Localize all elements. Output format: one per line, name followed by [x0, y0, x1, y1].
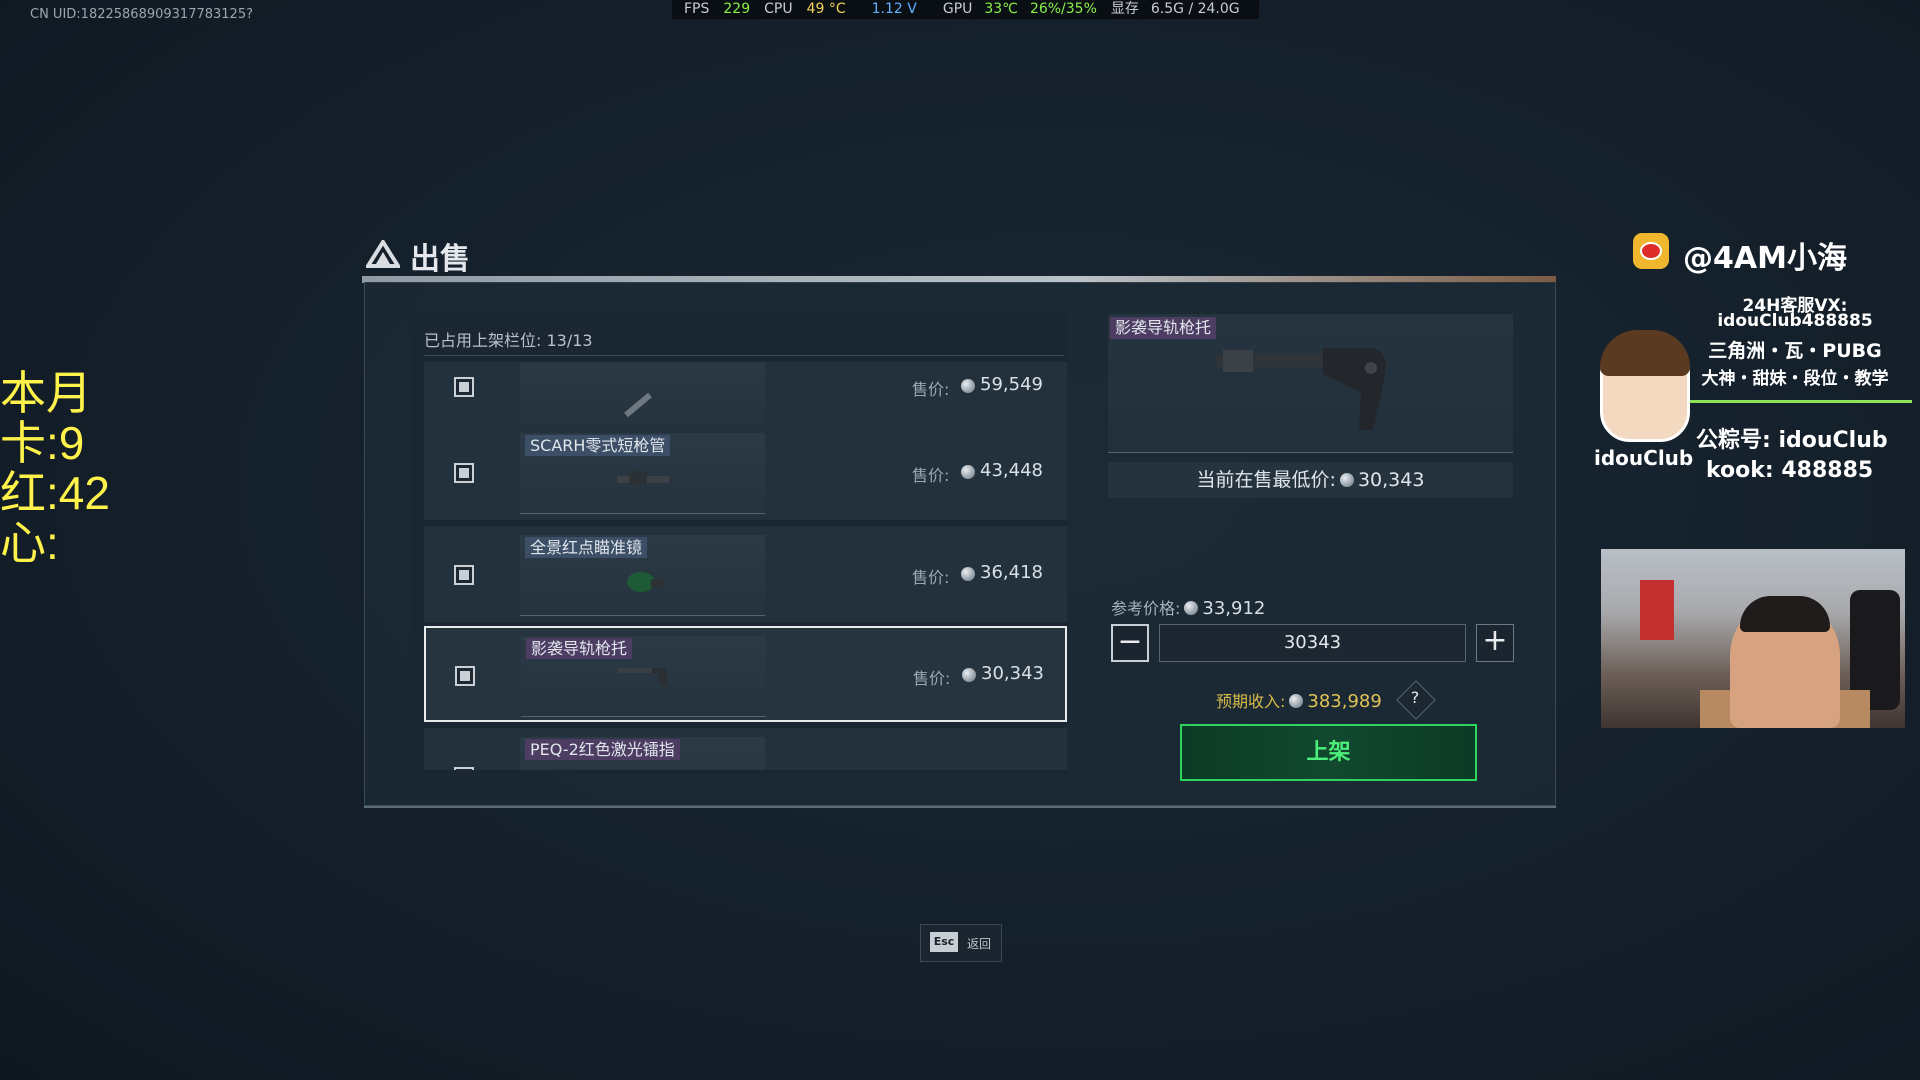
cpu-volt: 1.12 V — [871, 1, 917, 17]
decrease-button[interactable]: − — [1111, 624, 1149, 662]
list-item[interactable]: PEQ-2红色激光镭指 — [424, 728, 1067, 770]
webcam-background-object — [1640, 580, 1674, 640]
avatar-hair — [1600, 330, 1690, 376]
delta-logo-icon — [366, 240, 400, 268]
list-item[interactable]: 全景红点瞄准镜 售价: 36,418 — [424, 526, 1067, 622]
counter-line: 心: — [0, 517, 59, 569]
stock-image-icon — [1217, 348, 1386, 430]
coin-icon — [1339, 473, 1354, 487]
avatar-name: idouClub — [1594, 446, 1694, 470]
item-checkbox[interactable] — [455, 666, 475, 686]
reference-price-label: 参考价格: — [1111, 599, 1181, 618]
item-price: 43,448 — [980, 460, 1043, 481]
price-label: 售价: — [912, 380, 950, 399]
gpu-usage: 26%/35% — [1029, 1, 1097, 17]
cpu-label: CPU — [764, 1, 793, 17]
expected-income: 预期收入: 383,989 — [1216, 688, 1382, 712]
counter-line: 本月 — [0, 367, 92, 419]
reference-price-value: 33,912 — [1202, 598, 1266, 619]
item-price: 36,418 — [980, 562, 1043, 583]
item-checkbox[interactable] — [454, 767, 474, 770]
item-checkbox[interactable] — [454, 463, 474, 483]
monthly-counter: 本月 卡:9 红:42 心: — [0, 368, 110, 568]
coin-icon — [961, 465, 975, 479]
item-image-icon — [627, 572, 665, 592]
lowest-price-row: 当前在售最低价: 30,343 — [1108, 462, 1513, 498]
expected-income-label: 预期收入: — [1216, 692, 1286, 711]
counter-line: 红:42 — [0, 467, 110, 519]
help-icon: ? — [1410, 688, 1420, 707]
item-image-icon — [617, 471, 669, 485]
item-image-icon — [624, 392, 652, 418]
list-item[interactable]: SCARH零式短枪管 售价: 43,448 — [424, 424, 1067, 520]
coin-icon — [1184, 601, 1199, 615]
gpu-temp: 33℃ — [984, 1, 1018, 17]
weibo-handle: @4AM小海 — [1683, 241, 1847, 276]
lowest-price-value: 30,343 — [1357, 469, 1425, 491]
stream-services: 大神・甜妹・段位・教学 — [1701, 369, 1889, 389]
fps-value: 229 — [723, 1, 751, 17]
webcam-person-hair — [1740, 596, 1830, 632]
stream-public-account: 公粽号: idouClub — [1696, 428, 1888, 453]
counter-line: 卡:9 — [0, 417, 85, 469]
reference-price: 参考价格: 33,912 — [1111, 595, 1265, 619]
stream-kook: kook: 488885 — [1706, 458, 1874, 483]
expected-income-value: 383,989 — [1307, 691, 1382, 712]
price-label: 售价: — [912, 466, 950, 485]
uid-text: CN UID:18225868909317783125? — [30, 7, 253, 22]
dialog-title: 出售 — [410, 242, 470, 277]
item-price: 30,343 — [981, 663, 1044, 684]
cpu-temp: 49 °C — [806, 1, 846, 17]
lowest-price-label: 当前在售最低价: — [1196, 469, 1336, 491]
performance-overlay: FPS 229 CPU 49 °C 1.12 V GPU 33℃ 26%/35%… — [672, 0, 1259, 19]
item-checkbox[interactable] — [454, 565, 474, 585]
item-name-tag: SCARH零式短枪管 — [525, 435, 671, 456]
stream-divider — [1680, 400, 1912, 403]
slot-divider — [424, 355, 1064, 356]
coin-icon — [962, 668, 976, 682]
esc-key-icon: Esc — [930, 932, 958, 952]
stream-contact-id: idouClub488885 — [1717, 311, 1873, 331]
list-item-selected[interactable]: 影袭导轨枪托 售价: 30,343 — [424, 626, 1067, 722]
price-input[interactable]: 30343 — [1159, 624, 1466, 662]
price-label: 售价: — [912, 568, 950, 587]
item-name-tag: PEQ-2红色激光镭指 — [525, 739, 680, 760]
item-name-tag: 影袭导轨枪托 — [526, 638, 633, 659]
coin-icon — [961, 567, 975, 581]
fps-label: FPS — [684, 1, 710, 17]
coin-icon — [1289, 694, 1304, 708]
esc-label: 返回 — [967, 937, 992, 951]
item-price: 59,549 — [980, 374, 1043, 395]
price-label: 售价: — [913, 669, 951, 688]
slot-usage-label: 已占用上架栏位: 13/13 — [424, 331, 593, 350]
item-name-tag: 全景红点瞄准镜 — [525, 537, 648, 558]
item-checkbox[interactable] — [454, 377, 474, 397]
vram-label: 显存 — [1110, 1, 1139, 17]
weibo-eye-icon — [1640, 242, 1662, 260]
item-list[interactable]: 售价: 59,549 SCARH零式短枪管 售价: 43,448 全景红点瞄准镜… — [424, 362, 1069, 770]
increase-button[interactable]: + — [1476, 624, 1514, 662]
coin-icon — [961, 379, 975, 393]
detail-item-name: 影袭导轨枪托 — [1110, 317, 1217, 339]
stream-games: 三角洲・瓦・PUBG — [1708, 340, 1882, 362]
vram-value: 6.5G / 24.0G — [1150, 1, 1240, 17]
list-for-sale-button[interactable]: 上架 — [1180, 724, 1477, 781]
gpu-label: GPU — [942, 1, 973, 17]
item-image-icon — [618, 668, 668, 686]
